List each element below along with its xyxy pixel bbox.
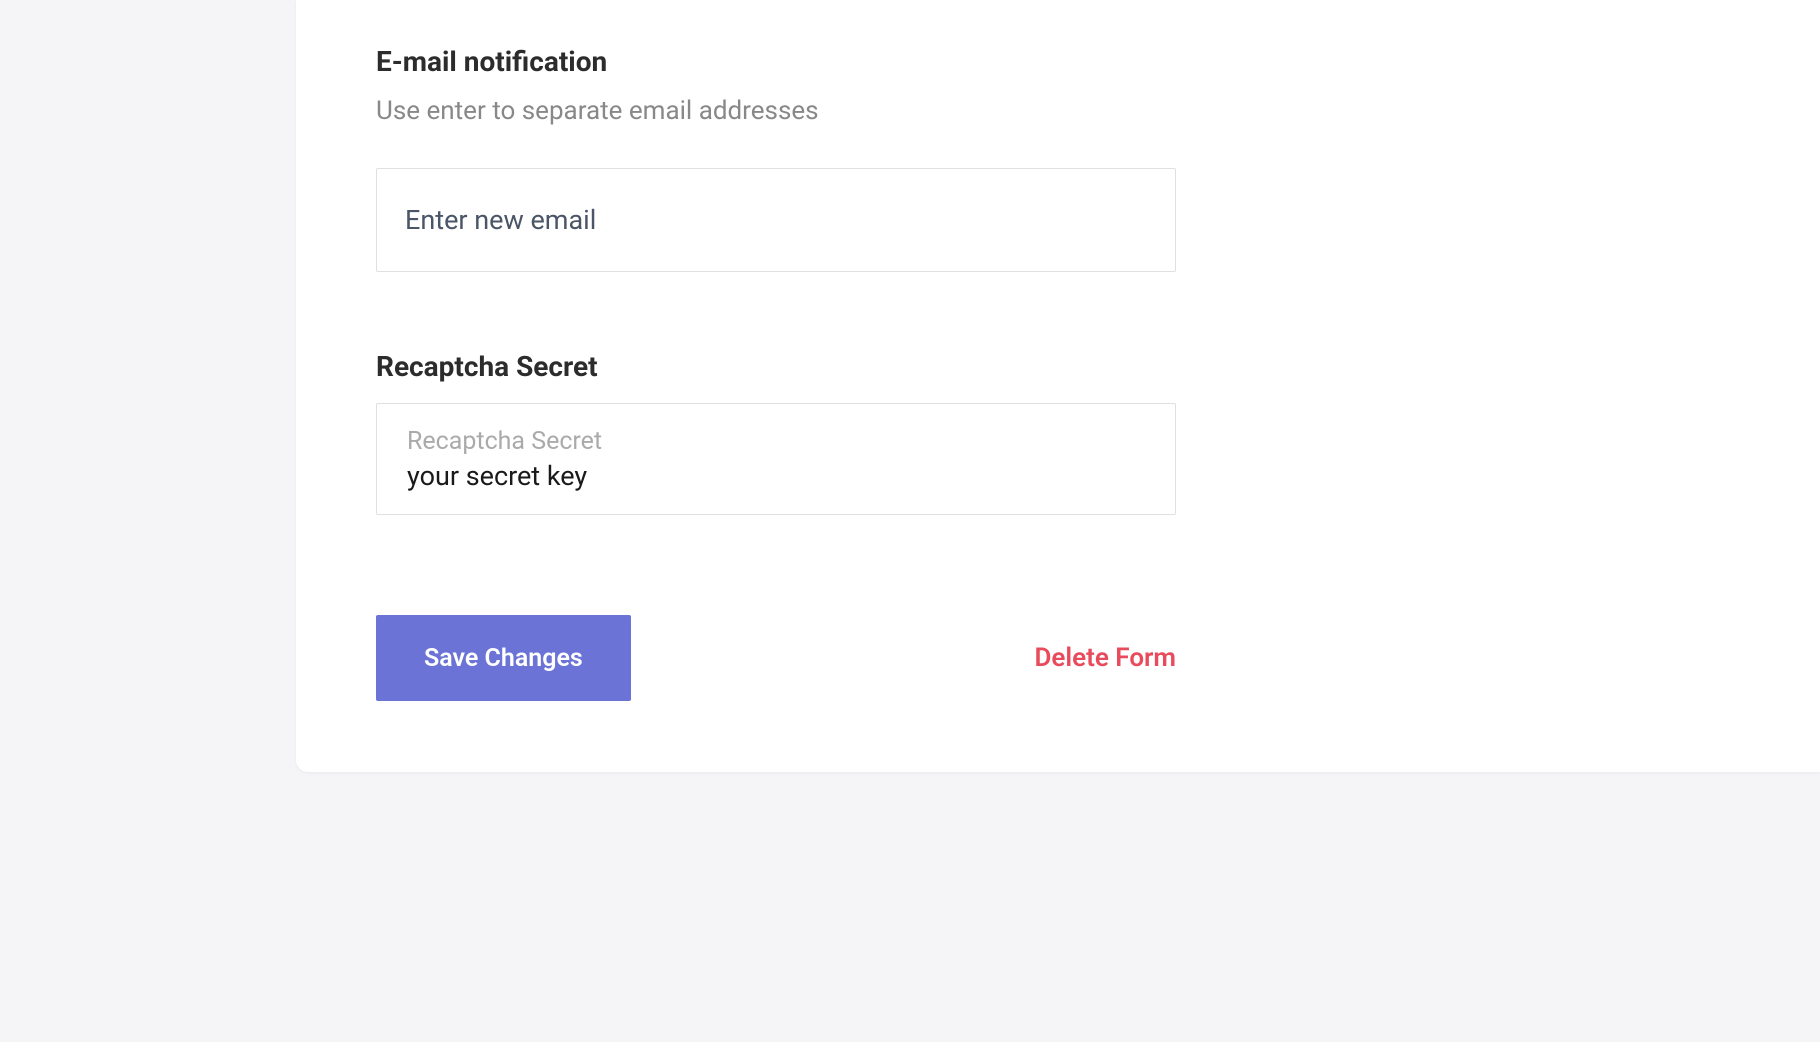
save-changes-button[interactable]: Save Changes [376, 615, 631, 701]
recaptcha-secret-title: Recaptcha Secret [376, 350, 1820, 383]
email-input[interactable] [405, 204, 1147, 236]
email-notification-title: E-mail notification [376, 45, 1820, 78]
recaptcha-floating-label: Recaptcha Secret [407, 427, 1145, 456]
recaptcha-input-container: Recaptcha Secret [376, 403, 1176, 515]
email-input-container [376, 168, 1176, 272]
delete-form-link[interactable]: Delete Form [1034, 643, 1176, 673]
recaptcha-secret-input[interactable] [407, 460, 1145, 492]
page-wrapper: E-mail notification Use enter to separat… [0, 0, 1820, 1042]
form-settings-card: E-mail notification Use enter to separat… [296, 0, 1820, 772]
action-button-row: Save Changes Delete Form [376, 615, 1176, 701]
email-notification-description: Use enter to separate email addresses [376, 96, 1820, 126]
form-content: E-mail notification Use enter to separat… [296, 0, 1820, 701]
